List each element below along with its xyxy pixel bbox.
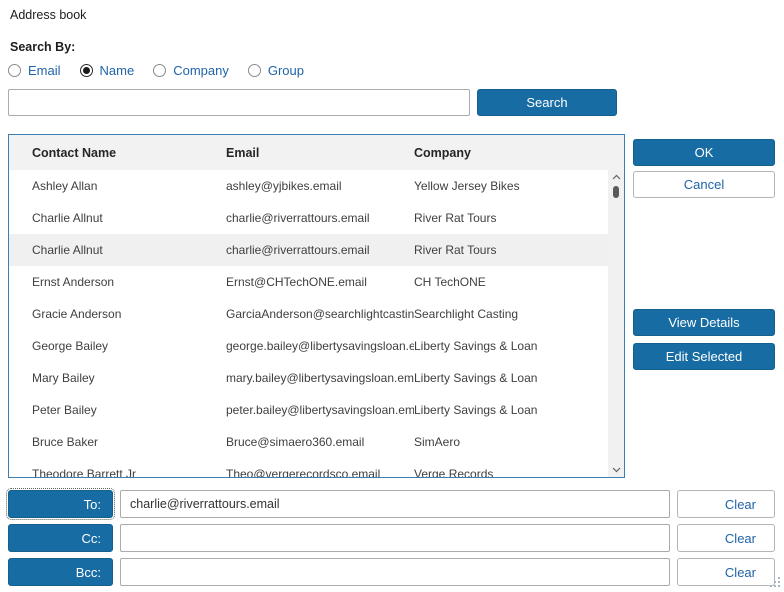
company-cell: SimAero [414, 435, 461, 449]
contact-name-cell: Ashley Allan [32, 179, 98, 193]
radio-icon[interactable] [8, 64, 21, 77]
column-header: Company [414, 145, 471, 160]
radio-option-email[interactable]: Email [8, 63, 61, 78]
radio-icon[interactable] [79, 64, 93, 77]
bcc-clear-button[interactable]: Clear [677, 558, 775, 586]
company-cell: River Rat Tours [414, 211, 497, 225]
company-cell: CH TechONE [414, 275, 486, 289]
scroll-up-icon[interactable] [608, 170, 624, 184]
radio-label: Company [173, 63, 229, 78]
email-cell: Ernst@CHTechONE.email [226, 275, 367, 289]
radio-icon[interactable] [247, 64, 261, 77]
table-row[interactable]: Mary Bailey mary.bailey@libertysavingsloa… [9, 362, 624, 394]
search-button[interactable]: Search [477, 89, 617, 116]
email-cell: ashley@yjbikes.email [226, 179, 342, 193]
email-cell: peter.bailey@libertysavingsloan.email [226, 403, 414, 417]
table-row[interactable]: Charlie Allnut charlie@riverrattours.emai… [9, 202, 624, 234]
cc-clear-button[interactable]: Clear [677, 524, 775, 552]
contact-name-cell: Peter Bailey [32, 403, 97, 417]
scrollbar-thumb[interactable] [613, 186, 619, 198]
table-row[interactable]: Peter Bailey peter.bailey@libertysavingsl… [9, 394, 624, 426]
table-row[interactable]: George Bailey george.bailey@libertysaving… [9, 330, 624, 362]
company-cell: Searchlight Casting [414, 307, 519, 321]
contacts-table: Contact Name Email Company Ashley Allan ash… [8, 134, 625, 478]
table-row[interactable]: Bruce Baker Bruce@simaero360.email SimAero [9, 426, 624, 458]
resize-grip-icon[interactable] [768, 575, 782, 589]
contact-name-cell: Charlie Allnut [32, 211, 103, 225]
contact-name-cell: Theodore Barrett Jr [32, 467, 137, 477]
view-details-button[interactable]: View Details [633, 309, 775, 336]
radio-option-name[interactable]: Name [79, 63, 135, 78]
email-cell: charlie@riverrattours.email [226, 211, 370, 225]
contact-name-cell: Charlie Allnut [32, 243, 103, 257]
column-header: Contact Name [32, 145, 117, 160]
email-cell: mary.bailey@libertysavingsloan.email [226, 371, 414, 385]
contact-name-cell: Bruce Baker [32, 435, 99, 449]
cc-button[interactable]: Cc: [8, 524, 113, 552]
email-cell: george.bailey@libertysavingsloan.email [226, 339, 414, 353]
search-by-label: Search By: [10, 40, 76, 54]
radio-icon[interactable] [153, 64, 167, 77]
column-header: Email [226, 145, 260, 160]
table-row[interactable]: Ashley Allan ashley@yjbikes.email Yellow J… [9, 170, 624, 202]
address-book-dialog: { "title": "Address book", "search": { "… [0, 0, 784, 591]
to-button[interactable]: To: [6, 488, 115, 520]
search-input[interactable] [8, 89, 470, 116]
contact-name-cell: Ernst Anderson [32, 275, 115, 289]
radio-label: Group [267, 63, 304, 78]
table-row[interactable]: Gracie Anderson GarciaAnderson@searchligh… [9, 298, 624, 330]
email-cell: Bruce@simaero360.email [226, 435, 365, 449]
bcc-button[interactable]: Bcc: [8, 558, 113, 586]
contact-name-cell: George Bailey [32, 339, 109, 353]
radio-option-group[interactable]: Group [247, 63, 304, 78]
to-clear-button[interactable]: Clear [677, 490, 775, 518]
company-cell: Liberty Savings & Loan [414, 339, 538, 353]
radio-option-company[interactable]: Company [153, 63, 229, 78]
to-row: To: Clear [0, 488, 784, 520]
table-header: Contact Name Email Company [9, 135, 624, 170]
scroll-down-icon[interactable] [608, 463, 624, 477]
company-cell: Liberty Savings & Loan [414, 403, 538, 417]
company-cell: River Rat Tours [414, 243, 497, 257]
table-body: Ashley Allan ashley@yjbikes.email Yellow J… [9, 170, 624, 477]
radio-label: Name [99, 63, 135, 78]
to-input[interactable] [120, 490, 670, 518]
company-cell: Yellow Jersey Bikes [414, 179, 520, 193]
email-cell: Theo@vergerecordsco.email [226, 467, 381, 477]
bcc-input[interactable] [120, 558, 670, 586]
cc-input[interactable] [120, 524, 670, 552]
table-row[interactable]: Charlie Allnut charlie@riverrattours.emai… [9, 234, 624, 266]
contact-name-cell: Mary Bailey [32, 371, 95, 385]
contact-name-cell: Gracie Anderson [32, 307, 122, 321]
page-title: Address book [10, 8, 87, 22]
email-cell: GarciaAnderson@searchlightcasting.email [226, 307, 414, 321]
search-by-options: Email Name Company Group [8, 63, 304, 78]
company-cell: Verge Records [414, 467, 494, 477]
radio-label: Email [28, 63, 61, 78]
bcc-row: Bcc: Clear [0, 558, 784, 586]
table-row[interactable]: Theodore Barrett Jr Theo@vergerecordsco.e… [9, 458, 624, 477]
table-row[interactable]: Ernst Anderson Ernst@CHTechONE.email CH Te… [9, 266, 624, 298]
ok-button[interactable]: OK [633, 139, 775, 166]
cancel-button[interactable]: Cancel [633, 171, 775, 198]
cc-row: Cc: Clear [0, 524, 784, 552]
email-cell: charlie@riverrattours.email [226, 243, 370, 257]
edit-selected-button[interactable]: Edit Selected [633, 343, 775, 370]
company-cell: Liberty Savings & Loan [414, 371, 538, 385]
table-scrollbar[interactable] [608, 170, 624, 477]
